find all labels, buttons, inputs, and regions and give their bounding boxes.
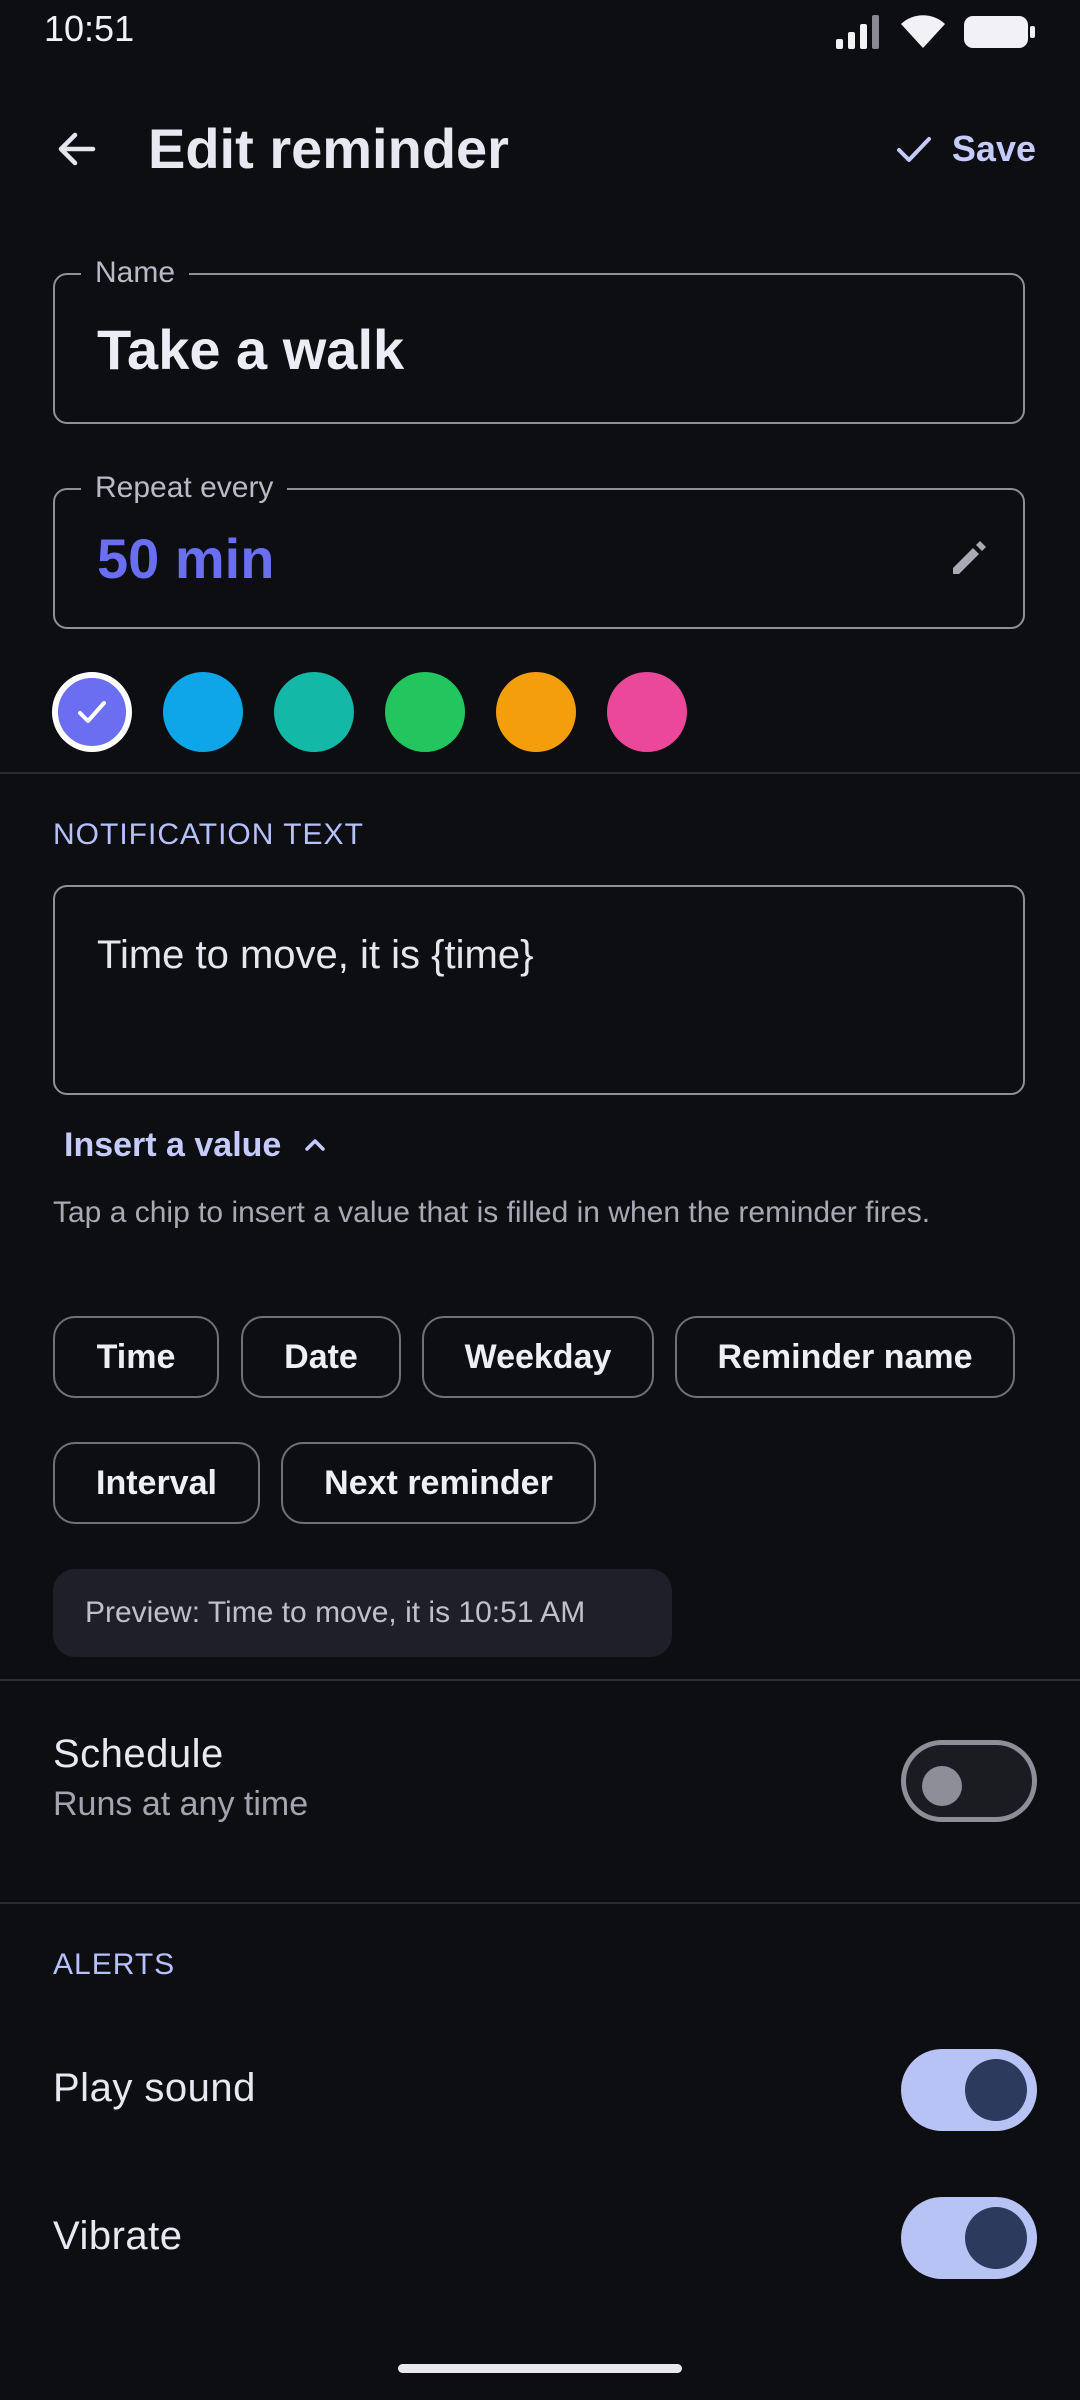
- back-button[interactable]: [40, 112, 114, 186]
- repeat-interval-field[interactable]: Repeat every 50 min: [53, 470, 1025, 629]
- insert-value-helper: Tap a chip to insert a value that is fil…: [53, 1196, 931, 1229]
- chip-interval[interactable]: Interval: [53, 1442, 260, 1524]
- color-swatch-teal[interactable]: [274, 672, 354, 752]
- color-swatch-pink[interactable]: [607, 672, 687, 752]
- notification-text-input[interactable]: Time to move, it is {time}: [53, 885, 1025, 1095]
- wifi-icon: [901, 15, 945, 48]
- toggle-knob: [965, 2207, 1027, 2269]
- play-sound-label: Play sound: [53, 2066, 256, 2110]
- divider: [0, 1902, 1080, 1904]
- divider: [0, 1679, 1080, 1681]
- check-icon: [896, 137, 931, 162]
- insert-value-toggle[interactable]: Insert a value: [64, 1120, 329, 1170]
- chip-reminder-name[interactable]: Reminder name: [675, 1316, 1015, 1398]
- toggle-knob: [965, 2059, 1027, 2121]
- repeat-field-label: Repeat every: [81, 470, 288, 506]
- schedule-toggle[interactable]: [901, 1740, 1037, 1822]
- repeat-field-value: 50 min: [97, 527, 275, 590]
- alerts-header: ALERTS: [53, 1948, 176, 1981]
- schedule-title: Schedule: [53, 1732, 224, 1776]
- chip-next-reminder[interactable]: Next reminder: [281, 1442, 596, 1524]
- name-field[interactable]: Name Take a walk: [53, 255, 1025, 424]
- color-swatch-green[interactable]: [385, 672, 465, 752]
- name-field-value: Take a walk: [97, 318, 405, 381]
- check-icon: [78, 701, 106, 723]
- color-swatch-blue[interactable]: [163, 672, 243, 752]
- notification-preview: Preview: Time to move, it is 10:51 AM: [53, 1569, 672, 1657]
- play-sound-toggle[interactable]: [901, 2049, 1037, 2131]
- home-indicator[interactable]: [398, 2364, 682, 2373]
- chip-weekday[interactable]: Weekday: [422, 1316, 654, 1398]
- chevron-up-icon: [305, 1139, 326, 1151]
- chip-date[interactable]: Date: [241, 1316, 401, 1398]
- signal-icon: [836, 15, 879, 49]
- schedule-subtitle: Runs at any time: [53, 1785, 309, 1823]
- pencil-icon[interactable]: [945, 534, 993, 582]
- arrow-back-icon: [58, 132, 96, 166]
- notification-text-header: NOTIFICATION TEXT: [53, 818, 364, 851]
- save-label: Save: [951, 128, 1036, 169]
- color-swatch-violet[interactable]: [52, 672, 132, 752]
- battery-icon: [964, 16, 1035, 48]
- vibrate-toggle[interactable]: [901, 2197, 1037, 2279]
- save-button[interactable]: Save: [894, 118, 1036, 180]
- color-swatch-orange[interactable]: [496, 672, 576, 752]
- page-title: Edit reminder: [148, 117, 509, 180]
- insert-value-label: Insert a value: [64, 1125, 282, 1164]
- divider: [0, 772, 1080, 774]
- status-time: 10:51: [44, 8, 135, 49]
- name-field-label: Name: [81, 255, 190, 291]
- status-icons: [836, 12, 1036, 52]
- toggle-knob: [922, 1766, 962, 1806]
- vibrate-label: Vibrate: [53, 2214, 183, 2258]
- chip-time[interactable]: Time: [53, 1316, 219, 1398]
- notification-text-value: Time to move, it is {time}: [97, 933, 534, 977]
